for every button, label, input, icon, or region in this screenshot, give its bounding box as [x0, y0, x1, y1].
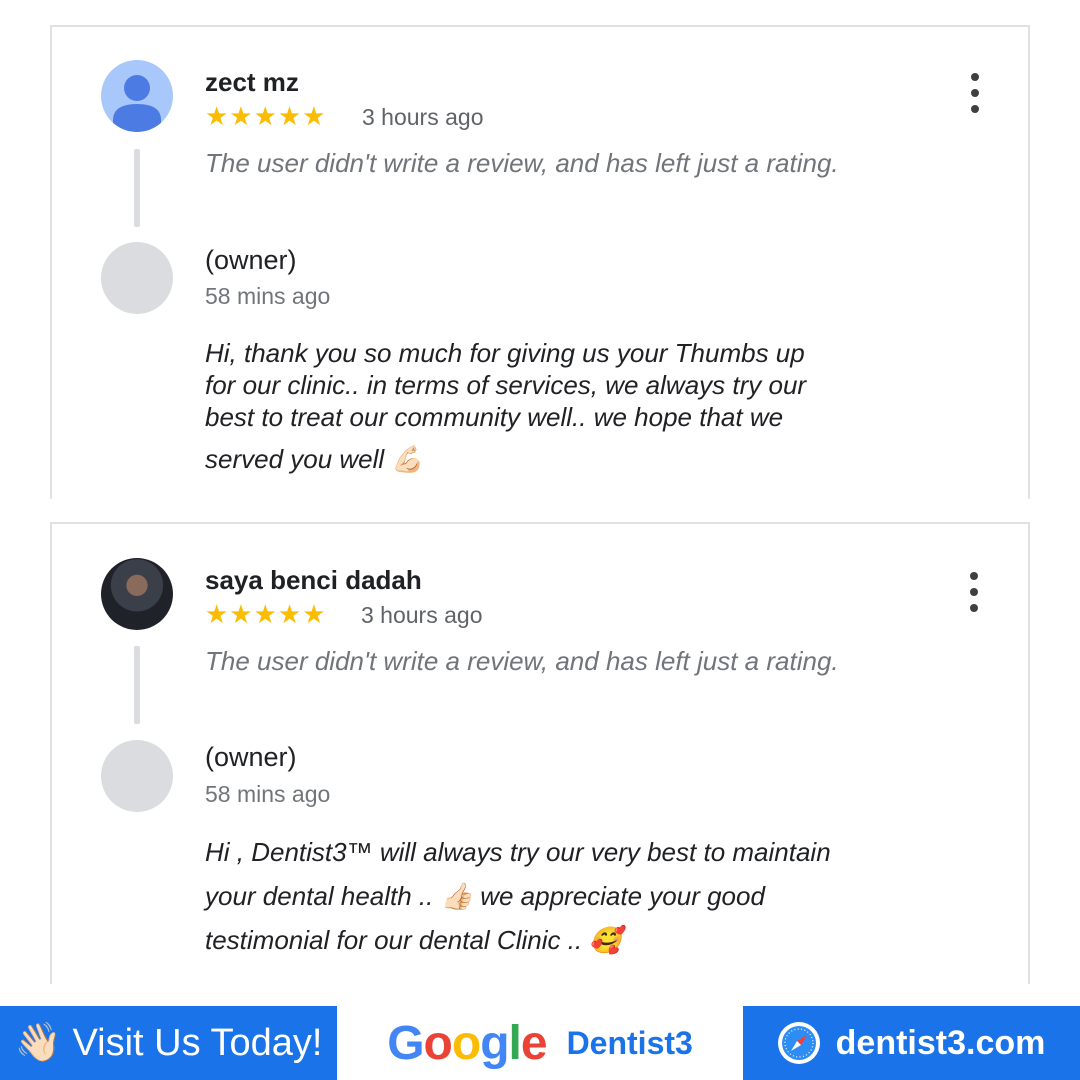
owner-reply-text: Hi , Dentist3™ will always try our very … [205, 830, 905, 962]
google-logo: Google [387, 1016, 547, 1070]
website-url[interactable]: dentist3.com [836, 1024, 1046, 1063]
brand-name: Dentist3 [566, 1024, 693, 1061]
reviewer-avatar[interactable] [101, 558, 173, 630]
thread-connector [134, 646, 140, 724]
owner-reply-text: Hi, thank you so much for giving us your… [205, 337, 905, 475]
reply-line: Hi, thank you so much for giving us your… [205, 338, 805, 368]
review-text: The user didn't write a review, and has … [205, 646, 839, 676]
reviewer-name[interactable]: saya benci dadah [205, 565, 422, 596]
owner-avatar [101, 242, 173, 314]
owner-label: (owner) [205, 245, 297, 275]
owner-label: (owner) [205, 742, 297, 772]
owner-reply-time: 58 mins ago [205, 283, 331, 309]
thread-connector [134, 149, 140, 227]
owner-avatar [101, 740, 173, 812]
more-options-icon[interactable] [966, 73, 984, 113]
visit-label: 👋🏻 Visit Us Today! [14, 1022, 323, 1064]
review-card: saya benci dadah ★★★★★ 3 hours ago The u… [50, 522, 1030, 984]
reviewer-avatar[interactable] [101, 60, 173, 132]
reply-line: Hi , Dentist3™ will always try our very … [205, 837, 831, 867]
star-rating: ★★★★★ [205, 101, 327, 131]
google-brand-banner: Google Dentist3 [337, 1006, 743, 1080]
review-text: The user didn't write a review, and has … [205, 148, 839, 178]
more-options-icon[interactable] [965, 572, 983, 612]
safari-compass-icon [777, 1022, 820, 1064]
website-banner[interactable]: dentist3.com [743, 1006, 1080, 1080]
owner-reply-time: 58 mins ago [205, 781, 331, 807]
review-time: 3 hours ago [361, 602, 483, 628]
reply-line: best to treat our community well.. we ho… [205, 402, 784, 432]
review-time: 3 hours ago [362, 104, 484, 130]
person-icon [113, 75, 161, 132]
visit-us-banner[interactable]: 👋🏻 Visit Us Today! [0, 1006, 337, 1080]
review-card: zect mz ★★★★★ 3 hours ago The user didn'… [50, 25, 1030, 499]
star-rating: ★★★★★ [205, 599, 327, 629]
reply-line: your dental health .. 👍🏻 we appreciate y… [205, 881, 765, 911]
reply-line: testimonial for our dental Clinic .. 🥰 [205, 925, 622, 955]
reply-line: for our clinic.. in terms of services, w… [205, 370, 807, 400]
reviewer-name[interactable]: zect mz [205, 67, 299, 98]
reply-line: served you well 💪🏻 [205, 444, 424, 474]
